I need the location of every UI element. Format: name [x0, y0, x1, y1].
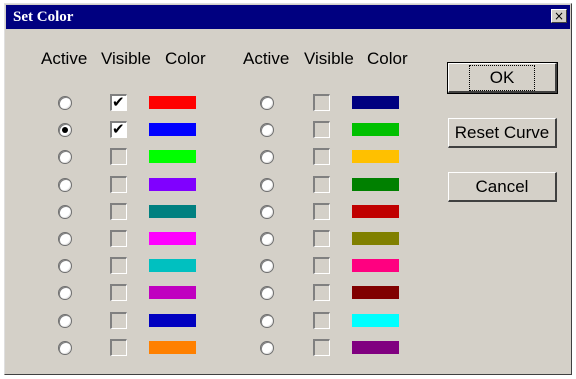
active-radio-right-1[interactable] — [260, 96, 274, 110]
color-swatch-right-1[interactable] — [352, 96, 399, 109]
visible-checkbox-right-4[interactable] — [313, 175, 330, 193]
visible-checkbox-right-7[interactable] — [313, 257, 330, 275]
visible-checkbox-right-1[interactable] — [313, 94, 330, 111]
active-radio-right-9[interactable] — [260, 313, 274, 328]
color-swatch-right-6[interactable] — [352, 232, 399, 245]
cancel-button[interactable]: Cancel — [448, 172, 557, 202]
active-radio-right-5[interactable] — [260, 204, 274, 219]
color-swatch-left-9[interactable] — [149, 313, 196, 327]
close-button[interactable]: × — [551, 9, 567, 23]
color-swatch-left-6[interactable] — [149, 232, 196, 245]
visible-checkbox-left-6[interactable] — [110, 230, 127, 247]
window-title: Set Color — [13, 8, 74, 25]
active-radio-right-10[interactable] — [260, 340, 274, 355]
visible-checkbox-right-5[interactable] — [313, 202, 330, 220]
header-color-right: Color — [367, 49, 408, 68]
visible-checkbox-left-5[interactable] — [110, 202, 127, 220]
header-visible-right: Visible — [304, 49, 354, 68]
color-swatch-left-8[interactable] — [149, 286, 196, 300]
title-bar: Set Color × — [6, 5, 570, 29]
header-active-left: Active — [41, 49, 88, 68]
reset-curve-button[interactable]: Reset Curve — [448, 118, 557, 148]
active-radio-left-4[interactable] — [58, 177, 72, 192]
color-swatch-left-5[interactable] — [149, 204, 196, 218]
active-radio-left-6[interactable] — [58, 232, 72, 246]
color-swatch-right-8[interactable] — [352, 286, 399, 300]
color-swatch-left-1[interactable] — [149, 96, 196, 109]
visible-checkbox-left-9[interactable] — [110, 311, 127, 329]
visible-checkbox-right-9[interactable] — [313, 311, 330, 329]
visible-checkbox-left-8[interactable] — [110, 284, 127, 302]
active-radio-left-5[interactable] — [58, 204, 72, 219]
ok-label: OK — [468, 64, 536, 91]
visible-checkbox-right-10[interactable] — [313, 338, 330, 356]
header-active-right: Active — [243, 49, 290, 68]
visible-checkbox-left-10[interactable] — [110, 338, 127, 356]
visible-checkbox-right-6[interactable] — [313, 230, 330, 247]
color-swatch-right-9[interactable] — [352, 313, 399, 327]
visible-checkbox-left-4[interactable] — [110, 175, 127, 193]
color-swatch-right-7[interactable] — [352, 259, 399, 273]
active-radio-left-1[interactable] — [58, 96, 72, 110]
color-swatch-left-2[interactable] — [149, 123, 196, 137]
header-visible-left: Visible — [101, 49, 151, 68]
visible-checkbox-right-8[interactable] — [313, 284, 330, 302]
color-swatch-right-2[interactable] — [352, 123, 399, 137]
visible-checkbox-right-2[interactable] — [313, 121, 330, 139]
color-swatch-right-10[interactable] — [352, 340, 399, 354]
active-radio-left-9[interactable] — [58, 313, 72, 328]
header-color-left: Color — [165, 49, 206, 68]
active-radio-right-4[interactable] — [260, 177, 274, 192]
visible-checkbox-left-1[interactable] — [110, 93, 127, 111]
color-swatch-left-3[interactable] — [149, 150, 196, 164]
visible-checkbox-left-3[interactable] — [110, 148, 127, 166]
ok-button[interactable]: OK — [447, 62, 558, 94]
active-radio-right-6[interactable] — [260, 232, 274, 246]
color-swatch-right-4[interactable] — [352, 177, 399, 191]
color-swatch-right-3[interactable] — [352, 150, 399, 164]
visible-checkbox-right-3[interactable] — [313, 148, 330, 166]
color-swatch-left-10[interactable] — [149, 340, 196, 354]
visible-checkbox-left-2[interactable] — [110, 120, 127, 139]
color-swatch-right-5[interactable] — [352, 204, 399, 218]
visible-checkbox-left-7[interactable] — [110, 257, 127, 275]
color-swatch-left-4[interactable] — [149, 177, 196, 191]
active-radio-left-10[interactable] — [58, 340, 72, 355]
color-swatch-left-7[interactable] — [149, 259, 196, 273]
